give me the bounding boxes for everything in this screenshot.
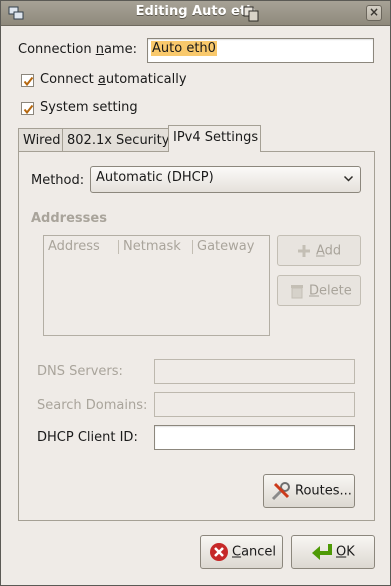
- routes-label: Routes...: [295, 483, 352, 499]
- cancel-button[interactable]: Cancel: [200, 535, 283, 569]
- tab-ipv4-settings[interactable]: IPv4 Settings: [168, 125, 261, 152]
- connection-name-label: Connection name:: [18, 42, 137, 57]
- method-label: Method:: [31, 173, 85, 188]
- tab-wired[interactable]: Wired: [18, 128, 63, 153]
- network-icon: [243, 6, 259, 22]
- search-domains-input[interactable]: [154, 392, 355, 417]
- method-value: Automatic (DHCP): [96, 170, 214, 185]
- ok-label: OK: [336, 544, 355, 560]
- trash-icon: [291, 284, 303, 298]
- ipv4-settings-panel: Method: Automatic (DHCP) Addresses Addre…: [18, 151, 375, 521]
- add-address-button[interactable]: Add: [277, 235, 361, 266]
- connect-automatically-checkbox[interactable]: [21, 74, 34, 87]
- checkmark-icon: [23, 76, 34, 87]
- delete-label: Delete: [309, 283, 352, 298]
- method-select[interactable]: Automatic (DHCP): [90, 166, 361, 193]
- address-column-header: Address: [48, 239, 100, 254]
- system-setting-checkbox[interactable]: [21, 102, 34, 115]
- add-label: Add: [316, 243, 342, 258]
- connect-automatically-label[interactable]: Connect automatically: [40, 72, 187, 87]
- window-title: Editing Auto eth: [135, 4, 256, 19]
- dns-servers-input[interactable]: [154, 359, 355, 384]
- ok-arrow-icon: [312, 544, 332, 560]
- dhcp-client-id-input[interactable]: [154, 425, 355, 450]
- cancel-icon: [210, 543, 228, 561]
- close-icon[interactable]: ×: [366, 5, 382, 21]
- addresses-table: Address Netmask Gateway: [43, 235, 270, 336]
- addresses-heading: Addresses: [31, 211, 107, 226]
- netmask-column-header: Netmask: [123, 239, 181, 254]
- dns-servers-label: DNS Servers:: [37, 364, 123, 379]
- ok-button[interactable]: OK: [291, 535, 375, 569]
- titlebar[interactable]: Editing Auto eth ×: [1, 1, 390, 26]
- search-domains-label: Search Domains:: [37, 398, 148, 413]
- routes-button[interactable]: Routes...: [263, 474, 355, 508]
- tools-icon: [271, 482, 290, 501]
- cancel-label: Cancel: [232, 544, 277, 560]
- dhcp-client-id-label: DHCP Client ID:: [37, 430, 138, 445]
- tab-8021x-security[interactable]: 802.1x Security: [62, 128, 169, 153]
- gateway-column-header: Gateway: [197, 239, 255, 254]
- connection-name-input[interactable]: Auto eth0: [147, 38, 374, 63]
- chevron-down-icon: [343, 175, 354, 182]
- edit-connection-dialog: Editing Auto eth × Connection name: Auto…: [0, 0, 391, 586]
- add-icon: [298, 244, 310, 257]
- system-setting-label[interactable]: System setting: [40, 100, 138, 115]
- delete-address-button[interactable]: Delete: [277, 275, 361, 306]
- checkmark-icon: [23, 104, 34, 115]
